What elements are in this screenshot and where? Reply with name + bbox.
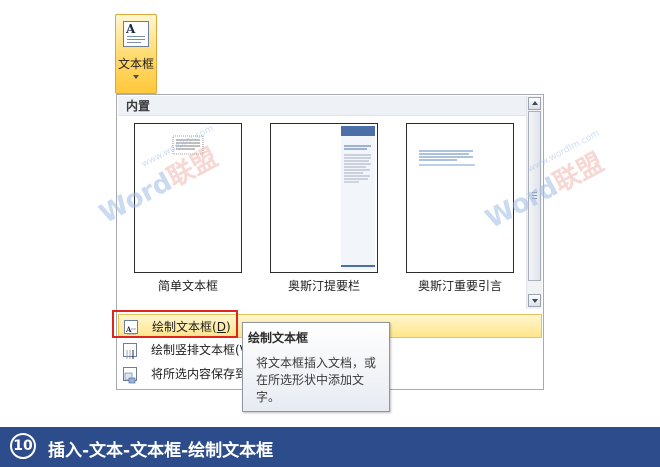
menu-item-label: 将所选内容保存到: [151, 367, 248, 381]
tooltip: 绘制文本框 将文本框插入文档，或在所选形状中添加文字。: [242, 322, 390, 412]
text-box-icon: A: [123, 21, 149, 47]
text-box-button[interactable]: A 文本框: [115, 14, 157, 94]
scroll-down-icon[interactable]: [528, 294, 541, 307]
save-selection-icon: [123, 367, 137, 384]
section-header-builtin: 内置: [118, 96, 527, 116]
caption-bar: 10 插入-文本-文本框-绘制文本框: [0, 427, 660, 467]
caption-text: 插入-文本-文本框-绘制文本框: [48, 441, 274, 461]
draw-vertical-text-box-icon: [123, 343, 137, 359]
gallery-thumbnail: [270, 123, 378, 273]
menu-item-label: 绘制竖排文本框(V: [151, 343, 248, 357]
highlight-annotation: [112, 310, 238, 338]
gallery-caption: 奥斯汀重要引言: [417, 279, 502, 293]
gallery-caption: 奥斯汀提要栏: [287, 279, 360, 293]
tooltip-title: 绘制文本框: [248, 331, 309, 345]
tooltip-body: 将文本框插入文档，或在所选形状中添加文字。: [256, 356, 377, 404]
gallery-caption: 简单文本框: [157, 279, 218, 293]
gallery-item-sidebar[interactable]: 奥斯汀提要栏: [266, 121, 386, 299]
text-box-label: 文本框: [117, 57, 154, 71]
scroll-up-icon[interactable]: [528, 97, 541, 110]
chevron-down-icon: [133, 75, 139, 79]
step-number: 10: [10, 433, 36, 459]
